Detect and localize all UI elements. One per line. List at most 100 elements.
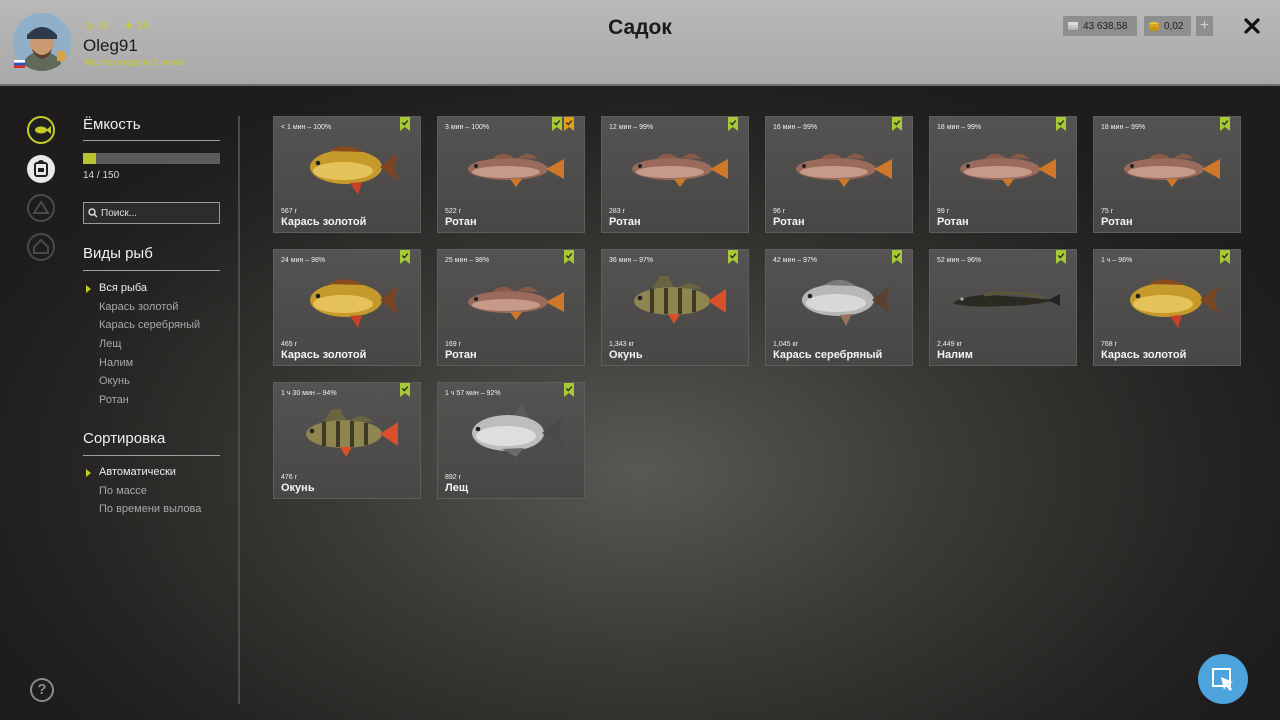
caught-check-badge-icon xyxy=(400,383,410,397)
fish-catch-time: 24 мин – 98% xyxy=(281,257,326,264)
species-filter-option[interactable]: Карась серебряный xyxy=(83,319,200,338)
home-tab[interactable] xyxy=(27,233,55,261)
fish-weight: 465 г xyxy=(281,341,298,348)
fish-card[interactable]: 24 мин – 98% 465 г Карась золотой xyxy=(273,249,421,366)
silver-coins-icon xyxy=(1068,22,1078,30)
cursor-mode-button[interactable] xyxy=(1198,654,1248,704)
sort-option[interactable]: По времени вылова xyxy=(83,503,201,522)
fish-catch-time: < 1 мин – 100% xyxy=(281,124,332,131)
species-filter-option[interactable]: Окунь xyxy=(83,375,200,394)
fish-card[interactable]: 1 ч – 96% 768 г Карась золотой xyxy=(1093,249,1241,366)
sort-option[interactable]: Автоматически xyxy=(83,466,201,485)
species-filter-option[interactable]: Налим xyxy=(83,357,200,376)
goldcrucian-fish-icon xyxy=(1130,279,1218,328)
silver-balance: 43 638,58 xyxy=(1063,16,1137,36)
caught-check-badge-icon xyxy=(400,117,410,131)
caught-check-badge-icon xyxy=(1220,250,1230,264)
rotan-fish-icon xyxy=(468,286,564,320)
caught-check-badge-icon xyxy=(892,250,902,264)
caught-check-badge-icon xyxy=(728,250,738,264)
fish-name: Ротан xyxy=(937,216,969,228)
perch-fish-icon xyxy=(634,276,726,324)
fish-name: Ротан xyxy=(609,216,641,228)
fish-catch-time: 42 мин – 97% xyxy=(773,257,818,264)
fish-name: Окунь xyxy=(281,482,315,494)
fish-weight: 96 г xyxy=(773,208,786,215)
search-placeholder: Поиск... xyxy=(101,207,138,219)
rotan-fish-icon xyxy=(632,153,728,187)
species-filter-list: Вся рыба Карась золотой Карась серебряный Л… xyxy=(83,282,200,413)
fish-card[interactable]: < 1 мин – 100% 567 г Карась золотой xyxy=(273,116,421,233)
rotan-fish-icon xyxy=(1124,153,1220,187)
fish-card[interactable]: 16 мин – 99% 96 г Ротан xyxy=(765,116,913,233)
fish-weight: 567 г xyxy=(281,208,298,215)
backpack-tab[interactable] xyxy=(27,155,55,183)
species-filter-option[interactable]: Лещ xyxy=(83,338,200,357)
close-icon[interactable] xyxy=(1240,14,1264,38)
fish-catch-time: 3 мин – 100% xyxy=(445,124,490,131)
fish-card[interactable]: 42 мин – 97% 1,045 кг Карась серебряный xyxy=(765,249,913,366)
species-filter-option[interactable]: Ротан xyxy=(83,394,200,413)
fish-name: Карась золотой xyxy=(281,216,367,228)
fish-card[interactable]: 36 мин – 97% 1,343 кг Окунь xyxy=(601,249,749,366)
fish-card[interactable]: 1 ч 30 мин – 94% 476 г Окунь xyxy=(273,382,421,499)
fish-weight: 768 г xyxy=(1101,341,1118,348)
fish-catch-time: 18 мин – 99% xyxy=(1101,124,1146,131)
fish-weight: 1,045 кг xyxy=(773,341,799,348)
capacity-title: Ёмкость xyxy=(83,116,141,133)
fish-catch-time: 16 мин – 99% xyxy=(773,124,818,131)
capacity-count: 14 / 150 xyxy=(83,170,120,181)
caught-check-badge-icon xyxy=(564,383,574,397)
fish-card[interactable]: 18 мин – 99% 99 г Ротан xyxy=(929,116,1077,233)
fish-weight: 892 г xyxy=(445,474,462,481)
bream-fish-icon xyxy=(472,403,564,457)
caught-check-badge-icon xyxy=(728,117,738,131)
fish-weight: 476 г xyxy=(281,474,298,481)
camp-tab[interactable] xyxy=(27,194,55,222)
gold-balance: 0,02 xyxy=(1144,16,1191,36)
fish-card[interactable]: 12 мин – 99% 283 г Ротан xyxy=(601,116,749,233)
fish-card[interactable]: 3 мин – 100% 522 г Ротан xyxy=(437,116,585,233)
fish-weight: 1,343 кг xyxy=(609,341,635,348)
fish-name: Ротан xyxy=(445,216,477,228)
caught-check-badge-icon xyxy=(400,250,410,264)
help-icon[interactable]: ? xyxy=(30,678,54,702)
fish-catch-time: 1 ч 30 мин – 94% xyxy=(281,390,337,397)
fish-card[interactable]: 1 ч 57 мин – 92% 892 г Лещ xyxy=(437,382,585,499)
fish-catch-time: 52 мин – 96% xyxy=(937,257,982,264)
add-currency-button[interactable]: + xyxy=(1196,16,1213,36)
fish-weight: 283 г xyxy=(609,208,626,215)
fish-card[interactable]: 25 мин – 98% 169 г Ротан xyxy=(437,249,585,366)
rotan-fish-icon xyxy=(960,153,1056,187)
species-title: Виды рыб xyxy=(83,245,153,262)
fish-name: Карась золотой xyxy=(281,349,367,361)
keepnet-tab[interactable] xyxy=(27,116,55,144)
sort-option[interactable]: По массе xyxy=(83,485,201,504)
species-filter-option[interactable]: Карась золотой xyxy=(83,301,200,320)
fish-catch-time: 25 мин – 98% xyxy=(445,257,490,264)
fish-name: Лещ xyxy=(445,482,469,494)
goldcrucian-fish-icon xyxy=(310,146,398,195)
fish-name: Ротан xyxy=(445,349,477,361)
caught-check-badge-icon xyxy=(552,117,562,131)
fish-card[interactable]: 52 мин – 96% 2,449 кг Налим xyxy=(929,249,1077,366)
fish-name: Налим xyxy=(937,349,973,361)
fish-name: Ротан xyxy=(773,216,805,228)
fish-card[interactable]: 18 мин – 99% 75 г Ротан xyxy=(1093,116,1241,233)
fish-name: Карась золотой xyxy=(1101,349,1187,361)
fish-weight: 522 г xyxy=(445,208,462,215)
top-bar: ◎ 38 ★ 15 Oleg91 Мастер фидера 2 ранга С… xyxy=(0,0,1280,86)
divider xyxy=(83,140,220,141)
home-icon xyxy=(33,238,49,254)
species-filter-option[interactable]: Вся рыба xyxy=(83,282,200,301)
rotan-fish-icon xyxy=(468,153,564,187)
sort-title: Сортировка xyxy=(83,430,166,447)
panel-divider xyxy=(238,116,240,704)
silvercrucian-fish-icon xyxy=(802,279,890,326)
rotan-fish-icon xyxy=(796,153,892,187)
caught-check-badge-icon xyxy=(564,250,574,264)
capacity-bar-fill xyxy=(83,153,96,164)
search-input[interactable]: Поиск... xyxy=(83,202,220,224)
gold-coins-icon xyxy=(1149,22,1159,31)
caught-check-badge-icon xyxy=(1220,117,1230,131)
